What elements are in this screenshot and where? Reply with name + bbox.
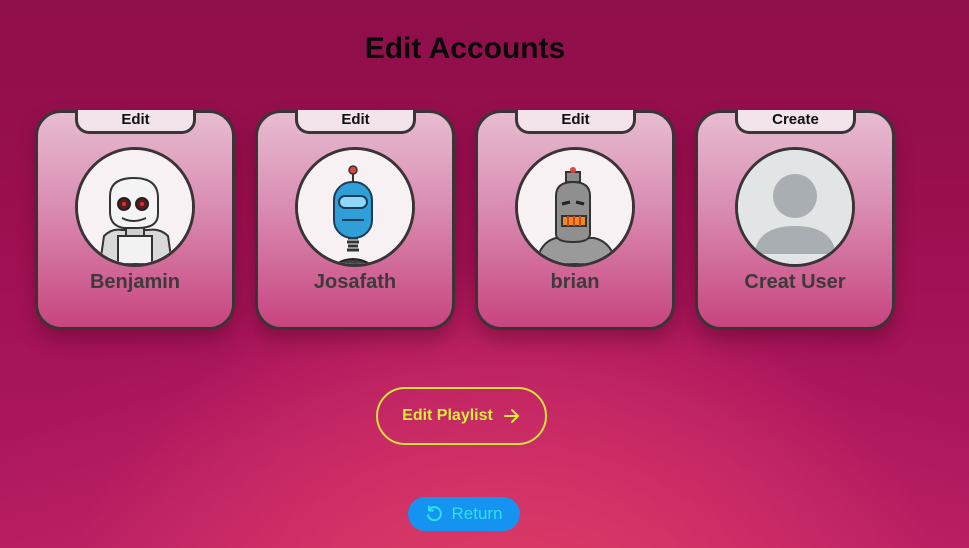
- account-card-benjamin[interactable]: Edit Benjamin: [35, 110, 235, 330]
- account-name: Josafath: [313, 271, 397, 293]
- account-card-josafath[interactable]: Edit Josafath: [255, 110, 455, 330]
- arrow-right-icon: [503, 407, 521, 425]
- grey-robot-avatar-icon: [515, 147, 635, 267]
- edit-playlist-button[interactable]: Edit Playlist: [376, 387, 547, 445]
- create-account-button[interactable]: Create: [735, 110, 856, 134]
- account-card-brian[interactable]: Edit brian: [475, 110, 675, 330]
- page-title: Edit Accounts: [364, 32, 566, 65]
- blue-robot-avatar-icon: [295, 147, 415, 267]
- return-button[interactable]: Return: [408, 497, 520, 531]
- edit-playlist-label: Edit Playlist: [402, 407, 493, 424]
- account-name: brian: [550, 271, 600, 293]
- edit-account-button[interactable]: Edit: [515, 110, 636, 134]
- account-card-create-user[interactable]: Create Creat User: [695, 110, 895, 330]
- edit-account-button[interactable]: Edit: [75, 110, 196, 134]
- refresh-icon: [425, 505, 443, 523]
- account-cards: Edit Benjamin Edit Josafath Edit brian C…: [35, 110, 895, 330]
- white-robot-avatar-icon: [75, 147, 195, 267]
- default-user-avatar-icon: [735, 147, 855, 267]
- edit-account-button[interactable]: Edit: [295, 110, 416, 134]
- return-label: Return: [451, 504, 503, 523]
- account-name: Creat User: [744, 271, 846, 293]
- account-name: Benjamin: [89, 271, 181, 293]
